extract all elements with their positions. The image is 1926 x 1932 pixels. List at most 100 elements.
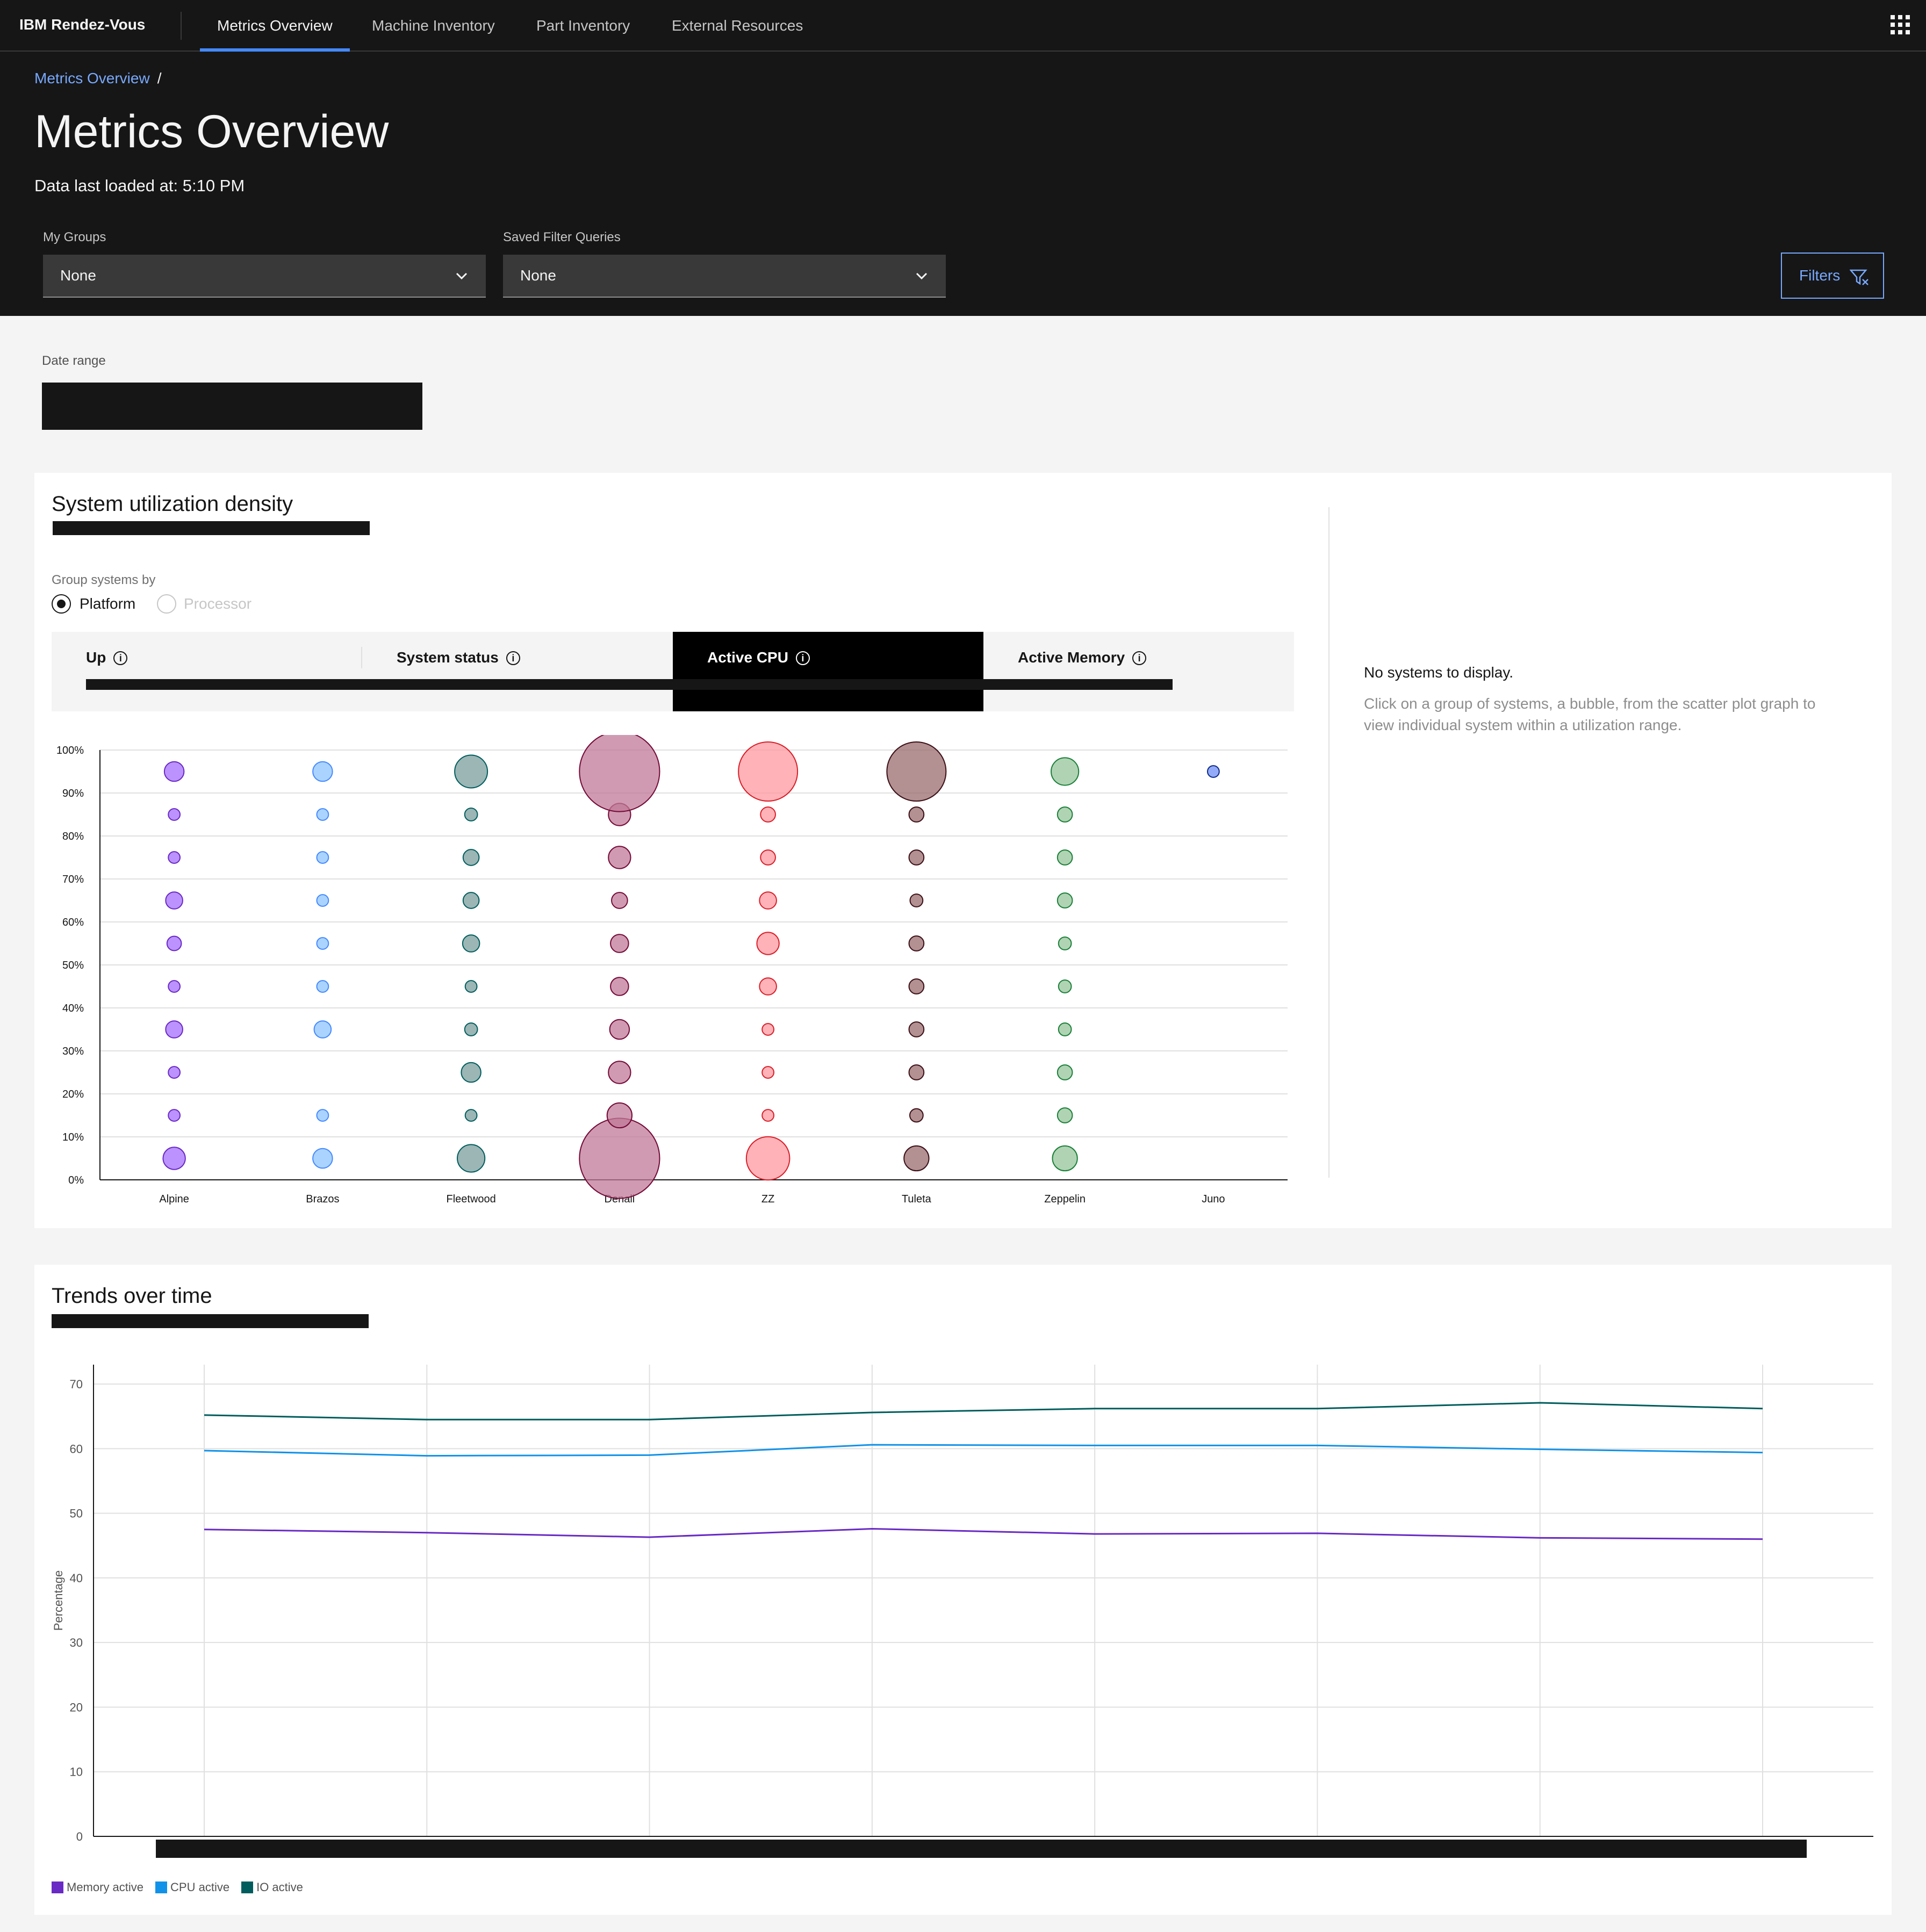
bubble[interactable] [168,808,181,821]
radio-platform-label[interactable]: Platform [80,595,135,612]
bubble[interactable] [756,932,780,955]
bubble[interactable] [464,1022,478,1036]
bubble[interactable] [1057,806,1073,823]
legend-item[interactable]: CPU active [155,1880,229,1894]
nav-metrics-overview[interactable]: Metrics Overview [200,0,350,52]
bubble[interactable] [464,980,478,993]
bubble[interactable] [461,1062,482,1083]
bubble[interactable] [1058,936,1072,950]
bubble[interactable] [609,1019,630,1040]
bubble[interactable] [903,1145,930,1172]
tab-active-cpu[interactable]: Active CPU i [673,632,983,711]
bubble[interactable] [610,977,629,996]
bubble[interactable] [610,934,629,953]
bubble[interactable] [761,1109,775,1122]
series-line[interactable] [204,1527,1763,1540]
bubble[interactable] [759,977,777,996]
bubble[interactable] [464,1109,478,1122]
bubble[interactable] [1057,849,1073,866]
filters-button[interactable]: Filters [1781,253,1884,299]
bubble[interactable] [462,892,480,909]
utilization-bubble-chart[interactable]: 0% 10% 20% 30% 40% 50% 60% 70% 80% 90% 100% Alpine B… [52,735,1307,1212]
bubble[interactable] [908,1064,925,1080]
nav-machine-inventory[interactable]: Machine Inventory [355,0,512,52]
radio-platform[interactable] [52,594,71,614]
bubble[interactable] [168,1109,181,1122]
bubble[interactable] [316,808,329,821]
bubble[interactable] [759,891,777,910]
bubble[interactable] [738,741,799,802]
info-icon[interactable]: i [113,651,128,665]
bubble[interactable] [760,849,776,866]
bubble[interactable] [462,934,480,953]
bubble[interactable] [1058,979,1072,993]
bubble[interactable] [454,754,488,789]
date-range-input[interactable] [42,383,422,430]
bubble[interactable] [316,894,329,907]
series-line[interactable] [204,1402,1763,1421]
bubble[interactable] [760,806,776,823]
tab-active-memory[interactable]: Active Memory i [983,632,1294,711]
bubble[interactable] [908,806,925,823]
bubble[interactable] [1057,892,1073,909]
bubble[interactable] [316,851,329,864]
bubble[interactable] [316,980,329,993]
bubble[interactable] [457,1144,486,1173]
bubble[interactable] [908,935,925,951]
bubble[interactable] [1057,1107,1073,1123]
bubble[interactable] [312,761,333,782]
nav-external-resources[interactable]: External Resources [655,0,820,52]
nav-part-inventory[interactable]: Part Inventory [519,0,647,52]
bubble[interactable] [761,1066,775,1079]
bubble[interactable] [464,808,478,821]
bubble[interactable] [908,978,925,994]
bubble[interactable] [165,891,183,910]
bubble[interactable] [606,1102,633,1129]
bubble[interactable] [1057,1064,1073,1080]
bubble[interactable] [168,980,181,993]
saved-filter-dropdown[interactable]: None [503,255,946,298]
bubble[interactable] [579,735,660,812]
bubble[interactable] [462,849,480,866]
bubble[interactable] [608,846,631,869]
bubble[interactable] [908,849,925,866]
bubble[interactable] [761,1023,775,1036]
tab-system-status[interactable]: System status i [362,632,672,711]
bubble[interactable] [162,1147,186,1170]
series-line[interactable] [204,1444,1763,1457]
bubble[interactable] [1058,1022,1072,1036]
bubble[interactable] [165,1020,183,1039]
bubble[interactable] [579,1118,660,1199]
bubble[interactable] [313,1020,332,1039]
bubble[interactable] [168,851,181,864]
bubble[interactable] [163,761,185,782]
brand-name[interactable]: IBM Rendez-Vous [19,16,145,33]
bubble[interactable] [886,741,947,802]
bubble[interactable] [909,1108,924,1123]
bubble[interactable] [312,1148,333,1169]
trends-line-chart[interactable]: 0 10 20 30 40 50 60 70 Percentage [52,1354,1879,1859]
info-icon[interactable]: i [506,651,520,665]
info-icon[interactable]: i [795,651,810,665]
bubble[interactable] [168,1066,181,1079]
bubble[interactable] [611,892,628,909]
bubble[interactable] [1206,765,1220,778]
app-switcher-icon[interactable] [1891,15,1910,34]
info-icon[interactable]: i [1132,651,1147,665]
legend-item[interactable]: IO active [241,1880,303,1894]
radio-processor-label[interactable]: Processor [184,595,251,612]
bubble[interactable] [1051,757,1080,786]
legend-item[interactable]: Memory active [52,1880,143,1894]
bubble[interactable] [608,1061,631,1084]
tab-up[interactable]: Up i [52,632,361,711]
bubble[interactable] [909,893,924,907]
bubble[interactable] [908,1021,925,1037]
bubble[interactable] [745,1136,790,1181]
radio-processor[interactable] [157,594,176,614]
my-groups-dropdown[interactable]: None [43,255,486,298]
bubble[interactable] [1052,1145,1078,1172]
breadcrumb-link[interactable]: Metrics Overview [34,70,150,86]
bubble[interactable] [166,935,182,951]
bubble[interactable] [316,1109,329,1122]
bubble[interactable] [316,937,329,950]
